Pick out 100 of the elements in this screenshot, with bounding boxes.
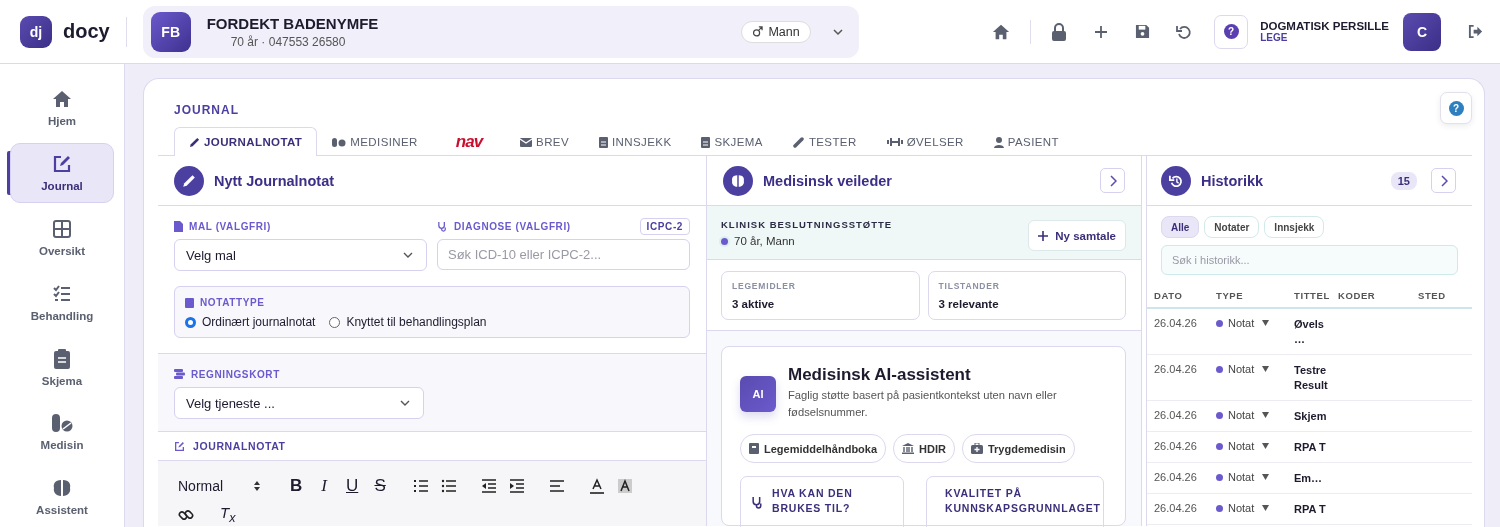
panel-title: Historikk: [1201, 172, 1265, 189]
text-color-icon[interactable]: [589, 478, 606, 494]
type-dot: [1216, 319, 1223, 327]
highlight-icon[interactable]: [617, 478, 634, 494]
type-dot: [1216, 442, 1223, 450]
template-select[interactable]: Velg mal: [174, 239, 427, 271]
history-row[interactable]: 26.04.26 Notat Øvels …: [1147, 309, 1472, 355]
column-header[interactable]: TYPE: [1216, 290, 1294, 301]
undo-icon[interactable]: [1176, 23, 1193, 40]
panel-title: Nytt Journalnotat: [214, 172, 336, 189]
tab[interactable]: SKJEMA: [686, 127, 778, 156]
assistant-title: Medisinsk AI-assistent: [788, 365, 972, 385]
title-cell-text: Testre Result: [1294, 363, 1329, 393]
column-header[interactable]: DATO: [1154, 290, 1216, 301]
format-button[interactable]: U: [343, 476, 362, 496]
tab[interactable]: PASIENT: [978, 127, 1074, 156]
align-left-icon[interactable]: [549, 478, 566, 494]
sidebar-item[interactable]: Medisin: [10, 401, 114, 463]
service-select[interactable]: Velg tjeneste ...: [174, 387, 424, 419]
type-dot: [1216, 365, 1223, 373]
indent-icon[interactable]: [509, 478, 526, 494]
history-row[interactable]: 26.04.26 Notat Em…: [1147, 463, 1472, 494]
logo-text: docy: [63, 20, 110, 43]
filter-chip[interactable]: Notater: [1204, 216, 1260, 238]
home-icon[interactable]: [992, 22, 1011, 41]
sidebar-item[interactable]: Behandling: [10, 272, 114, 333]
format-button[interactable]: B: [287, 476, 306, 496]
building-icon: [902, 443, 915, 454]
caret-down-icon[interactable]: [1262, 412, 1270, 418]
new-conversation-button[interactable]: Ny samtale: [1028, 220, 1126, 251]
tab[interactable]: MEDISINER: [317, 127, 433, 156]
stethoscope-icon: [751, 496, 764, 509]
format-select[interactable]: Normal: [178, 478, 262, 494]
sidebar-item[interactable]: Assistent: [10, 466, 114, 527]
history-row[interactable]: 26.04.26 Notat Skjem: [1147, 401, 1472, 432]
type-cell: Notat: [1228, 440, 1255, 452]
tab[interactable]: JOURNALNOTAT: [174, 127, 318, 156]
caret-down-icon[interactable]: [1262, 320, 1270, 326]
field-label: REGNINGSKORT: [191, 368, 280, 380]
format-button[interactable]: S: [371, 476, 390, 496]
user-avatar[interactable]: C: [1403, 12, 1441, 51]
tab[interactable]: BREV: [505, 127, 584, 156]
column-header[interactable]: STED: [1418, 290, 1446, 301]
note-type-radio[interactable]: Knyttet til behandlingsplan: [329, 315, 487, 329]
type-cell: Notat: [1228, 363, 1255, 375]
info-card[interactable]: HVA KAN DEN BRUKES TIL?: [740, 476, 904, 527]
brain-icon: [723, 165, 753, 196]
column-header[interactable]: TITTEL: [1294, 290, 1338, 301]
format-button[interactable]: I: [315, 476, 334, 496]
caret-down-icon[interactable]: [1262, 505, 1270, 511]
plus-icon: [1038, 230, 1049, 241]
filter-chip[interactable]: Innsjekk: [1264, 216, 1325, 238]
save-icon[interactable]: [1135, 24, 1151, 39]
diagnosis-search-field[interactable]: Søk ICD-10 eller ICPC-2...: [437, 239, 690, 270]
book-icon: [749, 443, 759, 454]
field-label: MAL (VALGFRI): [189, 220, 271, 232]
code-system-tag[interactable]: ICPC-2: [639, 217, 690, 235]
sidebar-item[interactable]: Skjema: [10, 336, 114, 398]
sidebar-item[interactable]: Journal: [10, 142, 114, 204]
bullet-list-icon[interactable]: [441, 478, 458, 494]
title-cell-text: RPA T: [1294, 502, 1327, 517]
help-button[interactable]: ?: [1440, 92, 1472, 124]
caret-down-icon[interactable]: [1262, 366, 1270, 372]
briefcase-icon: [970, 443, 983, 454]
date-cell-text: 26.04.26: [1154, 409, 1198, 421]
tab[interactable]: TESTER: [777, 127, 872, 156]
plus-icon[interactable]: [1093, 23, 1110, 40]
history-row[interactable]: 26.04.26 Notat Testre Result: [1147, 355, 1472, 401]
tab[interactable]: ØVELSER: [871, 127, 979, 156]
tab[interactable]: nav: [432, 127, 506, 156]
source-chip[interactable]: Trygdemedisin: [961, 434, 1075, 463]
help-button[interactable]: ?: [1214, 14, 1249, 49]
source-chip[interactable]: HDIR: [893, 434, 955, 463]
history-row[interactable]: 26.04.26 Notat RPA T: [1147, 494, 1472, 525]
note-type-radio[interactable]: Ordinært journalnotat: [185, 315, 316, 329]
expand-button[interactable]: [1100, 168, 1125, 193]
test-tube-icon: [792, 136, 805, 148]
column-header[interactable]: KODER: [1338, 290, 1418, 301]
history-search-field[interactable]: Søk i historikk...: [1161, 245, 1458, 275]
caret-down-icon[interactable]: [1262, 474, 1270, 480]
expand-button[interactable]: [1431, 168, 1456, 193]
tab[interactable]: INNSJEKK: [584, 127, 687, 156]
user-role: LEGE: [1260, 32, 1289, 43]
lock-icon[interactable]: [1051, 22, 1068, 41]
user-name: DOGMATISK PERSILLE: [1260, 20, 1389, 32]
filter-chip[interactable]: Alle: [1161, 216, 1200, 238]
section-title: JOURNAL: [174, 102, 239, 117]
outdent-icon[interactable]: [481, 478, 498, 494]
patient-summary: 70 år, Mann: [734, 235, 795, 247]
info-card[interactable]: KVALITET PÅ KUNNSKAPSGRUNNLAGET: [926, 476, 1104, 527]
history-row[interactable]: 26.04.26 Notat RPA T: [1147, 432, 1472, 463]
sidebar-item[interactable]: Hjem: [10, 78, 114, 139]
clipboard-icon: [599, 136, 608, 148]
type-cell: Notat: [1228, 317, 1255, 329]
caret-down-icon[interactable]: [1262, 443, 1270, 449]
clear-format-button[interactable]: T$_{x}$: [220, 504, 236, 525]
logout-icon[interactable]: [1467, 24, 1484, 39]
source-chip[interactable]: Legemiddelhåndboka: [740, 434, 887, 463]
sidebar-item[interactable]: Oversikt: [10, 207, 114, 269]
title-cell-text: RPA T: [1294, 440, 1327, 455]
